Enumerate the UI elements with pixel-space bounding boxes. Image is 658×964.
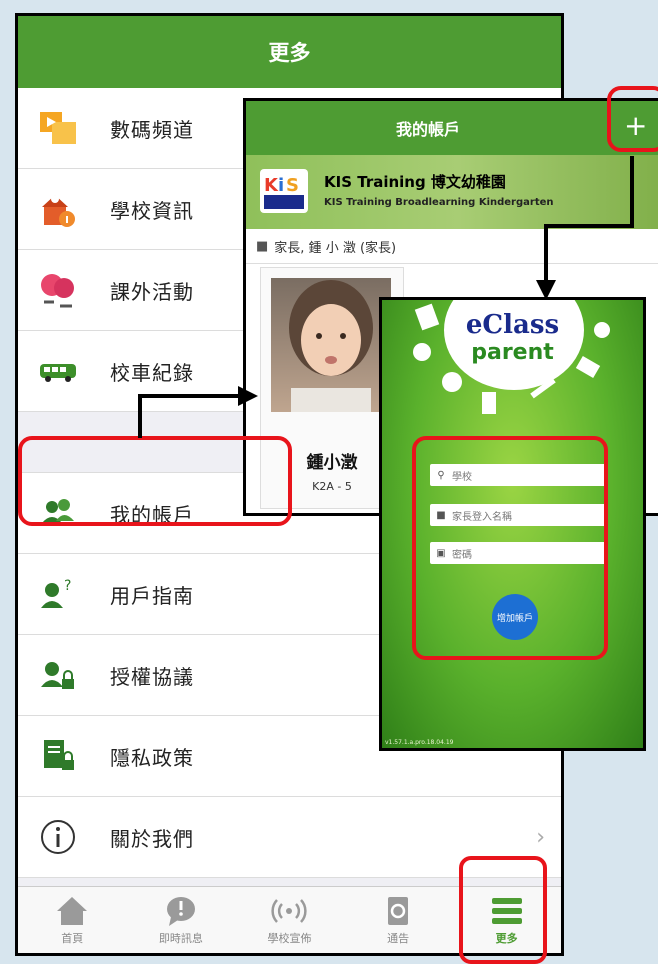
flow-arrows <box>138 156 634 438</box>
